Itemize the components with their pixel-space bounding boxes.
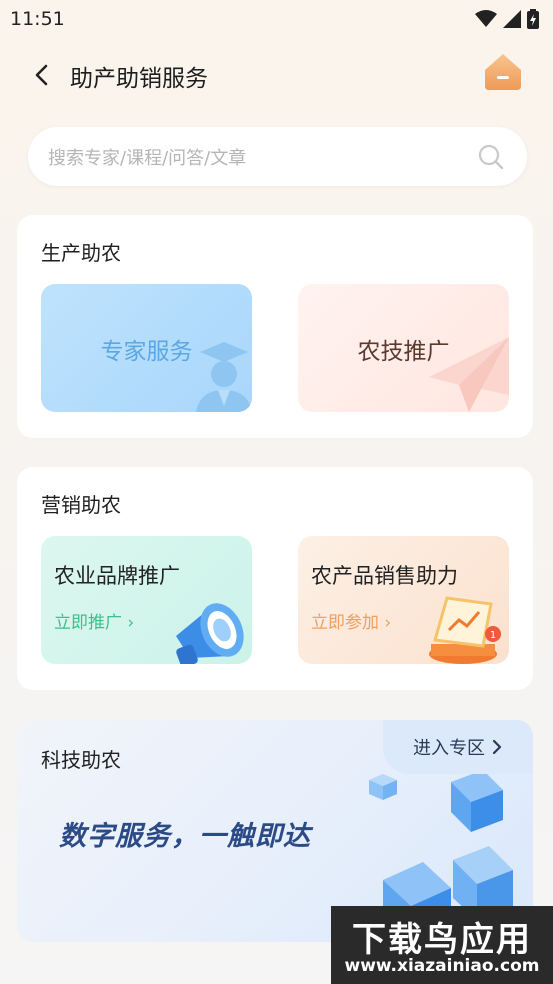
section-title: 科技助农	[41, 748, 121, 772]
tile-label: 农技推广	[357, 339, 450, 365]
watermark-url: www.xiazainiao.com	[344, 956, 540, 976]
sales-chart-icon: 1	[429, 596, 501, 664]
search-icon[interactable]	[477, 143, 505, 171]
signal-icon	[503, 10, 521, 28]
tech-slogan: 数字服务，一触即达	[59, 821, 311, 852]
small-cube-icon	[369, 774, 397, 800]
search-placeholder: 搜索专家/课程/问答/文章	[48, 148, 247, 169]
join-now-link[interactable]: 立即参加 ›	[311, 608, 391, 633]
production-section: 生产助农 专家服务 农技推广	[17, 215, 533, 438]
chevron-left-icon	[35, 64, 48, 86]
tile-title: 农产品销售助力	[311, 564, 458, 588]
section-title: 营销助农	[41, 493, 121, 517]
chevron-right-icon	[492, 739, 502, 755]
status-icons	[475, 9, 539, 29]
enter-zone-label: 进入专区	[413, 738, 485, 759]
brand-promotion-tile[interactable]: 农业品牌推广 立即推广 ›	[41, 536, 252, 664]
promote-now-link[interactable]: 立即推广 ›	[54, 608, 134, 633]
header: 助产助销服务	[0, 50, 553, 100]
svg-text:1: 1	[490, 630, 496, 641]
megaphone-icon	[176, 603, 244, 664]
watermark: 下载鸟应用 www.xiazainiao.com	[331, 906, 553, 984]
enter-zone-button[interactable]: 进入专区	[383, 720, 533, 774]
battery-icon	[527, 9, 539, 29]
back-button[interactable]	[28, 60, 58, 90]
search-input[interactable]: 搜索专家/课程/问答/文章	[28, 127, 527, 186]
marketing-section: 营销助农 农业品牌推广 立即推广 › 农产品销售助力 立即参加 › 1	[17, 467, 533, 690]
watermark-title: 下载鸟应用	[352, 920, 532, 960]
section-title: 生产助农	[41, 241, 121, 265]
status-bar: 11:51	[0, 0, 553, 40]
home-button[interactable]	[481, 50, 525, 94]
page-title: 助产助销服务	[70, 66, 208, 92]
tile-label: 专家服务	[100, 339, 193, 365]
wifi-icon	[475, 10, 497, 27]
tile-title: 农业品牌推广	[54, 564, 180, 588]
agri-tech-tile[interactable]: 农技推广	[298, 284, 509, 412]
sales-support-tile[interactable]: 农产品销售助力 立即参加 › 1	[298, 536, 509, 664]
expert-service-tile[interactable]: 专家服务	[41, 284, 252, 412]
status-time: 11:51	[10, 8, 65, 30]
home-icon	[485, 54, 521, 90]
